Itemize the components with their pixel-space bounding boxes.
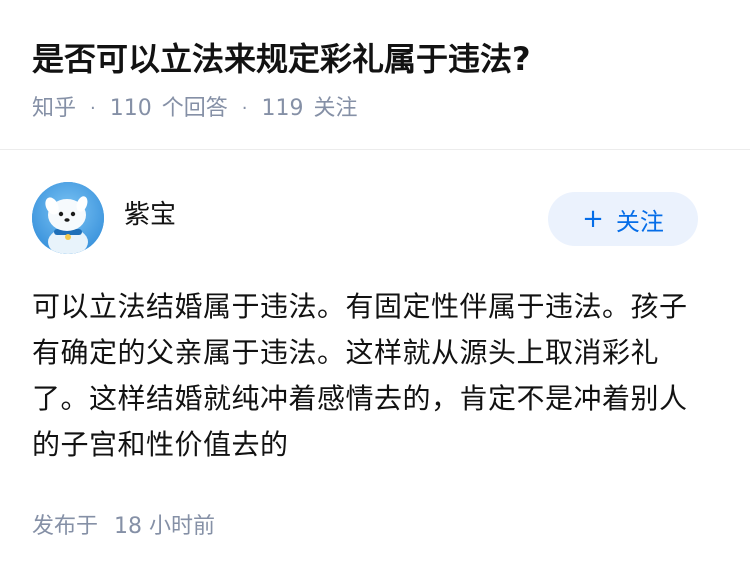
answer-count-label: 个回答 — [161, 96, 228, 121]
avatar-cartoon-dog-icon — [32, 182, 104, 254]
avatar[interactable] — [32, 182, 104, 254]
question-meta: 知乎 · 110 个回答 · 119 关注 — [32, 94, 358, 124]
publish-number: 18 — [114, 514, 143, 539]
publish-time: 发布于 18 小时前 — [32, 512, 215, 542]
question-title[interactable]: 是否可以立法来规定彩礼属于违法? — [32, 38, 531, 80]
answer-content: 可以立法结婚属于违法。有固定性伴属于违法。孩子有确定的父亲属于违法。这样就从源头… — [32, 290, 688, 461]
plus-icon: + — [582, 204, 604, 234]
answer-count: 110 — [109, 96, 152, 121]
answer-author-bar: 紫宝 + 关注 — [32, 182, 718, 256]
author-name[interactable]: 紫宝 — [124, 198, 176, 232]
publish-prefix: 发布于 — [32, 514, 99, 539]
source-label[interactable]: 知乎 — [32, 94, 76, 124]
meta-separator: · — [241, 98, 248, 119]
meta-separator: · — [90, 98, 96, 119]
question-header: 是否可以立法来规定彩礼属于违法? 知乎 · 110 个回答 · 119 关注 — [0, 0, 750, 150]
follower-count-label: 关注 — [313, 96, 358, 121]
publish-unit: 小时前 — [149, 514, 216, 539]
follower-count: 119 — [261, 96, 304, 121]
follow-button-label: 关注 — [615, 207, 664, 236]
follow-button[interactable]: + 关注 — [548, 192, 698, 246]
